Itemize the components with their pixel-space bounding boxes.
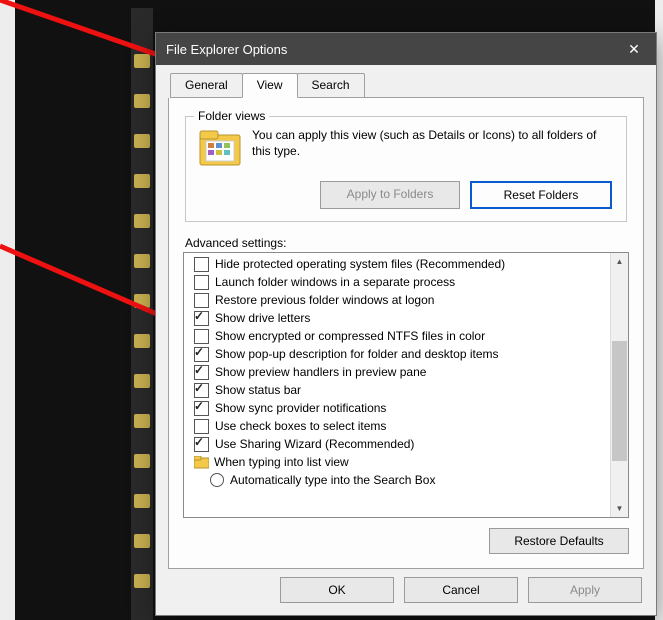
advanced-settings-listbox[interactable]: Hide protected operating system files (R… xyxy=(183,252,629,518)
advanced-setting-label: Use Sharing Wizard (Recommended) xyxy=(215,437,414,451)
dialog-title: File Explorer Options xyxy=(166,42,612,57)
checkbox-icon[interactable] xyxy=(194,311,209,326)
advanced-setting-label: Automatically type into the Search Box xyxy=(230,473,435,487)
checkbox-icon[interactable] xyxy=(194,401,209,416)
checkbox-icon[interactable] xyxy=(194,347,209,362)
advanced-setting-item[interactable]: Restore previous folder windows at logon xyxy=(188,291,606,309)
folder-tree-icon xyxy=(194,456,209,469)
advanced-setting-label: Show sync provider notifications xyxy=(215,401,386,415)
apply-to-folders-button: Apply to Folders xyxy=(320,181,460,209)
tab-general[interactable]: General xyxy=(170,73,243,98)
advanced-setting-label: Use check boxes to select items xyxy=(215,419,386,433)
advanced-setting-item[interactable]: Show preview handlers in preview pane xyxy=(188,363,606,381)
checkbox-icon[interactable] xyxy=(194,257,209,272)
tab-panel-view: Folder views You can apply this view (su… xyxy=(168,98,644,569)
advanced-setting-item[interactable]: Automatically type into the Search Box xyxy=(188,471,606,489)
checkbox-icon[interactable] xyxy=(194,293,209,308)
advanced-setting-label: Restore previous folder windows at logon xyxy=(215,293,434,307)
advanced-setting-label: Show pop-up description for folder and d… xyxy=(215,347,499,361)
scrollbar-vertical[interactable]: ▲ ▼ xyxy=(610,253,628,517)
advanced-setting-label: Show preview handlers in preview pane xyxy=(215,365,426,379)
folder-icon xyxy=(198,127,242,171)
advanced-setting-item[interactable]: Show sync provider notifications xyxy=(188,399,606,417)
advanced-setting-item[interactable]: Use check boxes to select items xyxy=(188,417,606,435)
advanced-setting-label: Show encrypted or compressed NTFS files … xyxy=(215,329,485,343)
reset-folders-button[interactable]: Reset Folders xyxy=(470,181,612,209)
close-icon[interactable]: ✕ xyxy=(612,33,656,65)
checkbox-icon[interactable] xyxy=(194,275,209,290)
advanced-setting-item[interactable]: Show status bar xyxy=(188,381,606,399)
scrollbar-thumb[interactable] xyxy=(612,341,627,461)
apply-button: Apply xyxy=(528,577,642,603)
advanced-setting-item[interactable]: Show pop-up description for folder and d… xyxy=(188,345,606,363)
advanced-settings-label: Advanced settings: xyxy=(185,236,627,250)
background-thumbnail-strip xyxy=(131,8,153,620)
file-explorer-options-dialog: File Explorer Options ✕ General View Sea… xyxy=(155,32,657,616)
ok-button[interactable]: OK xyxy=(280,577,394,603)
advanced-setting-item[interactable]: Show encrypted or compressed NTFS files … xyxy=(188,327,606,345)
advanced-setting-label: Show drive letters xyxy=(215,311,310,325)
tab-strip: General View Search xyxy=(170,73,644,98)
advanced-setting-item[interactable]: Launch folder windows in a separate proc… xyxy=(188,273,606,291)
radio-icon[interactable] xyxy=(210,473,224,487)
advanced-setting-item[interactable]: Use Sharing Wizard (Recommended) xyxy=(188,435,606,453)
advanced-setting-label: Launch folder windows in a separate proc… xyxy=(215,275,455,289)
checkbox-icon[interactable] xyxy=(194,329,209,344)
advanced-setting-label: Show status bar xyxy=(215,383,301,397)
checkbox-icon[interactable] xyxy=(194,365,209,380)
scrollbar-up-icon[interactable]: ▲ xyxy=(611,253,628,270)
advanced-setting-label: Hide protected operating system files (R… xyxy=(215,257,505,271)
advanced-setting-item[interactable]: Hide protected operating system files (R… xyxy=(188,255,606,273)
scrollbar-down-icon[interactable]: ▼ xyxy=(611,500,628,517)
cancel-button[interactable]: Cancel xyxy=(404,577,518,603)
advanced-setting-item[interactable]: Show drive letters xyxy=(188,309,606,327)
tab-view[interactable]: View xyxy=(242,73,298,98)
advanced-setting-label: When typing into list view xyxy=(214,455,349,469)
restore-defaults-button[interactable]: Restore Defaults xyxy=(489,528,629,554)
dialog-button-row: OK Cancel Apply xyxy=(168,569,644,603)
tab-search[interactable]: Search xyxy=(297,73,365,98)
folder-views-legend: Folder views xyxy=(194,109,269,123)
folder-views-description: You can apply this view (such as Details… xyxy=(252,127,616,171)
folder-views-group: Folder views You can apply this view (su… xyxy=(185,116,627,222)
dialog-titlebar[interactable]: File Explorer Options ✕ xyxy=(156,33,656,65)
checkbox-icon[interactable] xyxy=(194,437,209,452)
checkbox-icon[interactable] xyxy=(194,383,209,398)
checkbox-icon[interactable] xyxy=(194,419,209,434)
advanced-setting-item[interactable]: When typing into list view xyxy=(188,453,606,471)
